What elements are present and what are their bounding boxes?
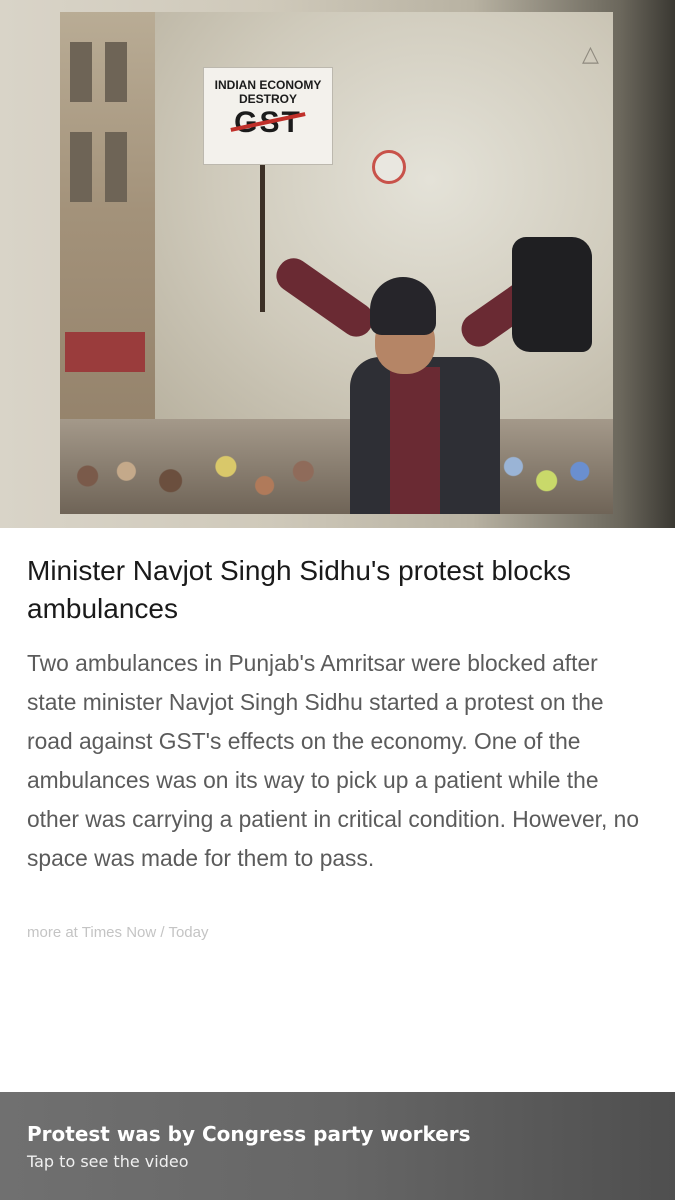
footer-title: Protest was by Congress party workers	[27, 1122, 471, 1146]
protest-sign: INDIAN ECONOMY DESTROY GST	[203, 67, 333, 165]
article-image[interactable]: △ INDIAN ECONOMY DESTROY GST	[0, 0, 675, 528]
sign-stick	[260, 162, 265, 312]
crowd	[60, 419, 613, 514]
article-source: more at Times Now / Today	[27, 924, 208, 941]
raised-cloth	[512, 237, 592, 352]
news-card-screen: △ INDIAN ECONOMY DESTROY GST Minister Na…	[0, 0, 675, 1200]
turban	[370, 277, 436, 335]
warning-sign-icon: △	[582, 42, 599, 67]
source-link[interactable]: Times Now	[82, 924, 156, 941]
source-prefix: more at	[27, 924, 82, 941]
source-separator: /	[156, 924, 169, 941]
protest-photo: △ INDIAN ECONOMY DESTROY GST	[60, 12, 613, 514]
road-sign	[372, 150, 406, 184]
article-body: Two ambulances in Punjab's Amritsar were…	[27, 650, 640, 871]
source-time: Today	[168, 924, 209, 941]
sign-text-line2: DESTROY	[238, 92, 297, 106]
sign-text-gst: GST	[204, 106, 332, 140]
video-footer-button[interactable]: Protest was by Congress party workers Ta…	[0, 1092, 675, 1200]
article-headline: Minister Navjot Singh Sidhu's protest bl…	[27, 555, 571, 624]
footer-subtitle: Tap to see the video	[27, 1152, 189, 1171]
sign-text-line1: INDIAN ECONOMY	[214, 78, 322, 92]
